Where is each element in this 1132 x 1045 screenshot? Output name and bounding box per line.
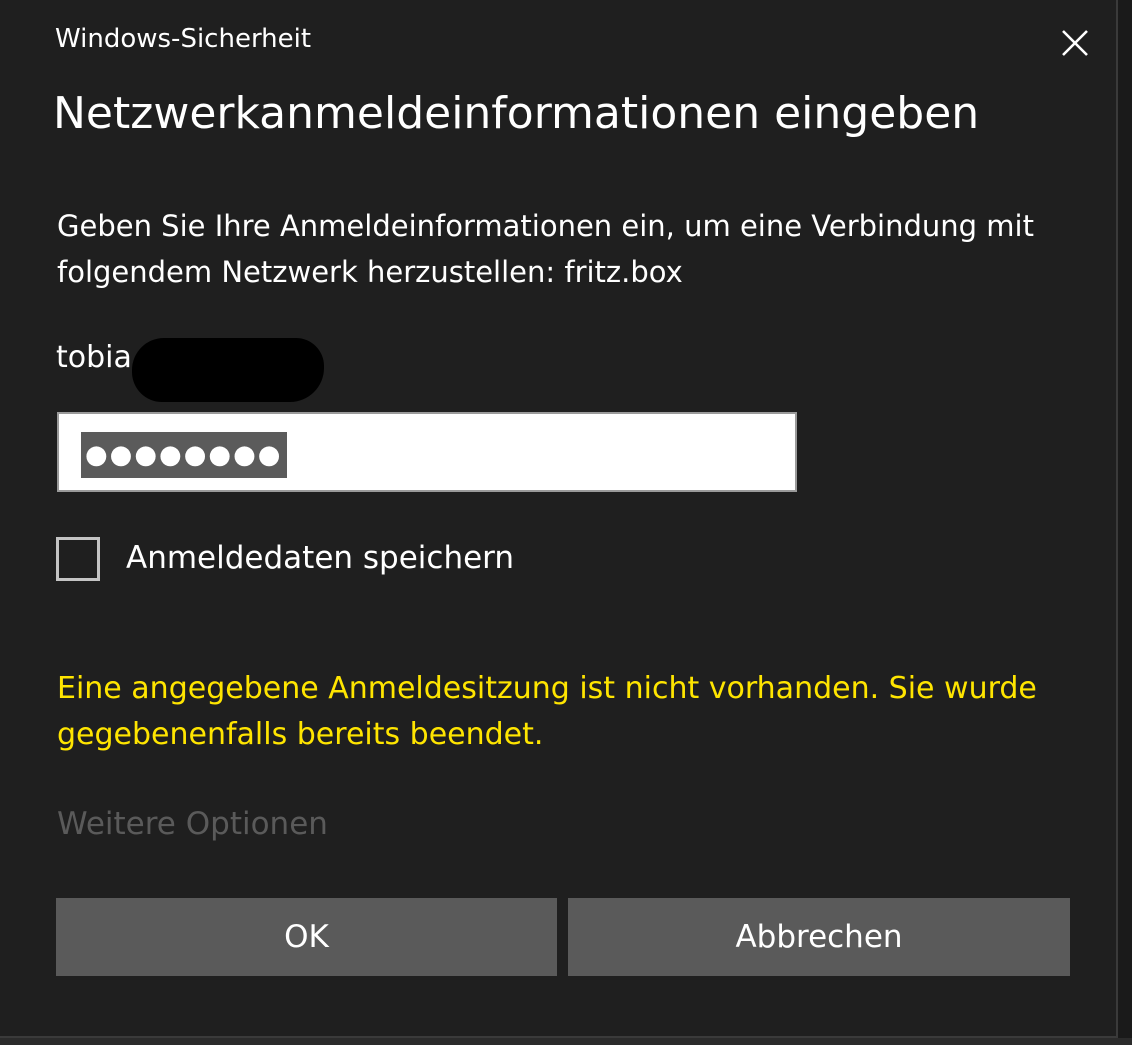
more-options-link[interactable]: Weitere Optionen bbox=[57, 806, 328, 842]
remember-credentials-checkbox[interactable] bbox=[56, 537, 100, 581]
dialog-heading: Netzwerkanmeldeinformationen eingeben bbox=[53, 88, 980, 139]
password-field[interactable]: ●●●●●●●● bbox=[57, 412, 797, 492]
cancel-button[interactable]: Abbrechen bbox=[568, 898, 1070, 976]
dialog-description: Geben Sie Ihre Anmeldeinformationen ein,… bbox=[57, 209, 1034, 289]
username-redaction bbox=[132, 338, 324, 402]
ok-button[interactable]: OK bbox=[56, 898, 557, 976]
window-title: Windows-Sicherheit bbox=[55, 24, 312, 54]
background-edge bbox=[1118, 0, 1132, 1045]
password-value: ●●●●●●●● bbox=[81, 432, 287, 478]
credential-dialog: Windows-Sicherheit Netzwerkanmeldeinform… bbox=[0, 0, 1118, 1038]
close-icon bbox=[1062, 30, 1088, 56]
username-label: tobia bbox=[56, 340, 132, 375]
background-edge-bottom bbox=[0, 1038, 1132, 1045]
close-button[interactable] bbox=[1052, 20, 1096, 64]
remember-credentials-label[interactable]: Anmeldedaten speichern bbox=[126, 540, 514, 576]
error-message: Eine angegebene Anmeldesitzung ist nicht… bbox=[57, 671, 1037, 752]
